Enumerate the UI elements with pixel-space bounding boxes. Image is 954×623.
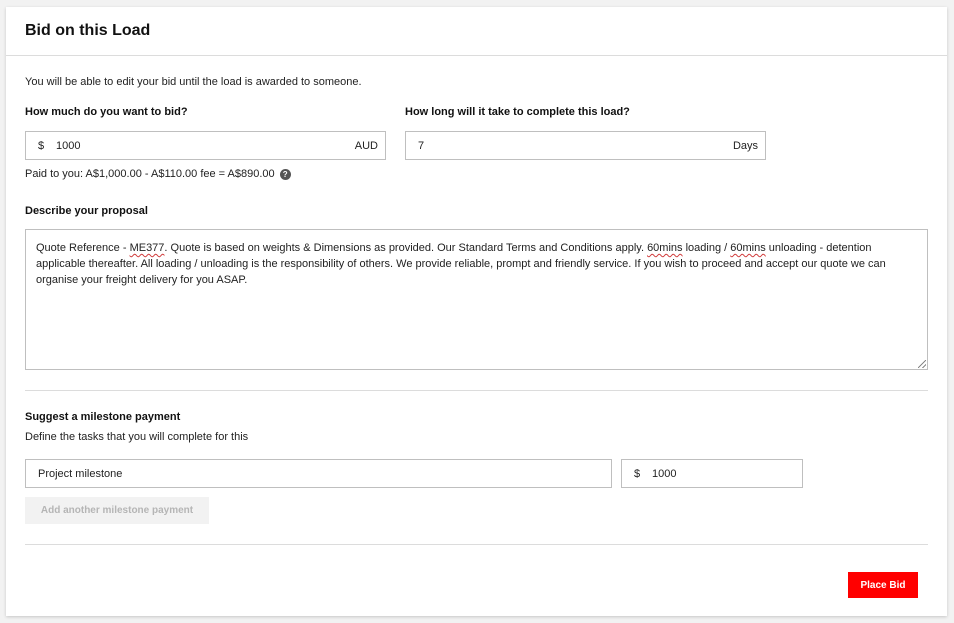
intro-text: You will be able to edit your bid until … [25,76,362,88]
milestone-name-input[interactable]: Project milestone [25,459,612,488]
help-icon[interactable]: ? [279,168,291,180]
resize-handle-icon[interactable] [918,360,926,368]
proposal-text: Quote Reference - [36,242,130,254]
paid-summary: Paid to you: A$1,000.00 - A$110.00 fee =… [25,168,291,180]
bid-amount-input[interactable]: $ 1000 AUD [25,131,386,160]
proposal-label: Describe your proposal [25,205,148,217]
proposal-text: loading / [682,242,731,254]
duration-input[interactable]: 7 Days [405,131,766,160]
proposal-text: 60mins [647,242,683,254]
currency-symbol: $ [38,139,45,152]
add-milestone-button[interactable]: Add another milestone payment [25,497,209,524]
currency-symbol: $ [634,467,641,480]
dialog-body: You will be able to edit your bid until … [6,56,947,616]
milestone-name-value[interactable]: Project milestone [26,468,611,480]
milestone-description: Define the tasks that you will complete … [25,431,249,443]
milestone-amount-value[interactable]: 1000 [652,468,802,480]
duration-unit: Days [732,139,758,152]
bid-amount-label: How much do you want to bid? [25,106,188,118]
milestone-heading: Suggest a milestone payment [25,411,181,423]
paid-summary-text: Paid to you: A$1,000.00 - A$110.00 fee =… [25,168,275,180]
place-bid-button[interactable]: Place Bid [848,572,918,598]
dialog-title: Bid on this Load [25,22,151,39]
milestone-amount-input[interactable]: $ 1000 [621,459,803,488]
duration-value[interactable]: 7 [406,140,733,152]
dialog-header: Bid on this Load [6,7,947,56]
section-divider [25,390,928,391]
proposal-textarea[interactable]: Quote Reference - ME377. Quote is based … [25,229,928,370]
bid-dialog: Bid on this Load You will be able to edi… [6,7,947,616]
proposal-text: 60mins [730,242,766,254]
proposal-text: ME377 [129,242,165,254]
section-divider [25,544,928,545]
currency-code: AUD [354,139,378,152]
proposal-text: . Quote is based on weights & Dimensions… [164,242,648,254]
bid-amount-value[interactable]: 1000 [56,140,355,152]
duration-label: How long will it take to complete this l… [405,106,630,118]
